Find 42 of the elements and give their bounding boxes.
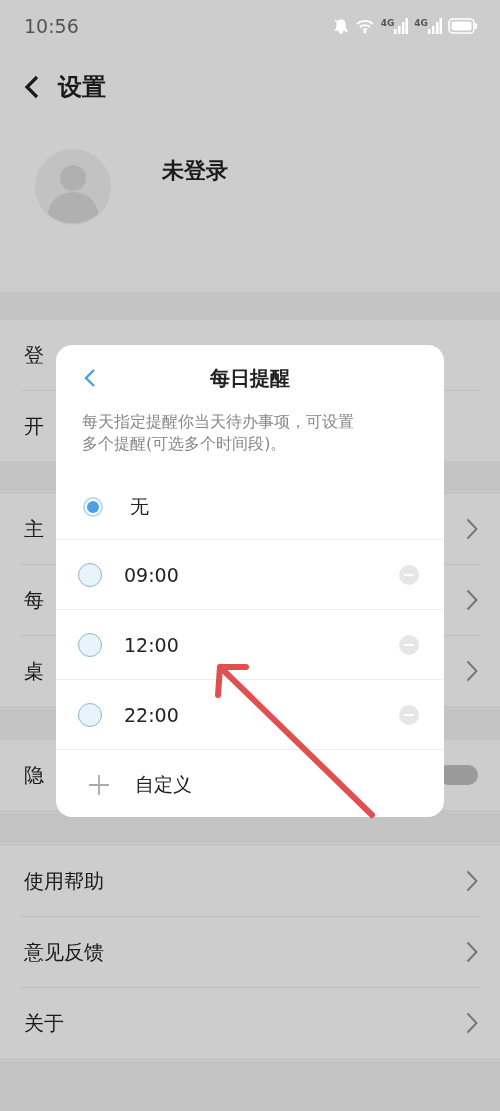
avatar-icon[interactable] <box>34 148 112 226</box>
wifi-icon <box>354 18 375 34</box>
add-icon[interactable] <box>88 773 110 796</box>
remove-icon[interactable] <box>399 564 419 585</box>
chevron-icon <box>466 1012 478 1034</box>
radio-button[interactable] <box>83 497 103 517</box>
option-label[interactable]: 无 <box>130 494 419 520</box>
settings-item[interactable]: 隐 <box>24 761 44 789</box>
chevron-icon <box>466 660 478 682</box>
settings-item[interactable]: 开 <box>24 412 44 440</box>
radio-button[interactable] <box>78 702 102 727</box>
radio-button[interactable] <box>78 562 102 587</box>
chevron-icon <box>466 518 478 540</box>
remove-icon[interactable] <box>399 634 419 655</box>
battery-icon <box>448 18 478 34</box>
back-icon[interactable] <box>24 75 40 99</box>
network-label: 4G <box>380 18 395 28</box>
settings-item[interactable]: 每 <box>24 586 44 614</box>
settings-item[interactable]: 使用帮助 <box>24 867 104 895</box>
custom-option[interactable]: 自定义 <box>135 771 192 798</box>
status-time: 10:56 <box>24 15 79 37</box>
settings-item[interactable]: 桌 <box>24 657 44 685</box>
signal-icon <box>428 18 442 34</box>
dialog-title: 每日提醒 <box>210 364 290 392</box>
muted-bell-icon <box>332 18 349 34</box>
settings-item[interactable]: 登 <box>24 341 44 369</box>
chevron-icon <box>466 870 478 892</box>
settings-item[interactable]: 关于 <box>24 1009 64 1037</box>
settings-item[interactable]: 主 <box>24 515 44 543</box>
signal-icon <box>394 18 409 34</box>
page-title: 设置 <box>58 72 106 103</box>
chevron-icon <box>466 589 478 611</box>
settings-item[interactable]: 意见反馈 <box>24 938 104 966</box>
dialog-description: 每天指定提醒你当天待办事项，可设置多个提醒(可选多个时间段)。 <box>81 411 355 455</box>
radio-button[interactable] <box>78 632 102 657</box>
option-label[interactable]: 22:00 <box>124 703 399 726</box>
chevron-icon <box>466 941 478 963</box>
option-label[interactable]: 12:00 <box>124 633 399 656</box>
user-name[interactable]: 未登录 <box>162 156 228 186</box>
option-label[interactable]: 09:00 <box>124 563 399 586</box>
network-label: 4G <box>414 18 428 28</box>
remove-icon[interactable] <box>399 704 419 725</box>
